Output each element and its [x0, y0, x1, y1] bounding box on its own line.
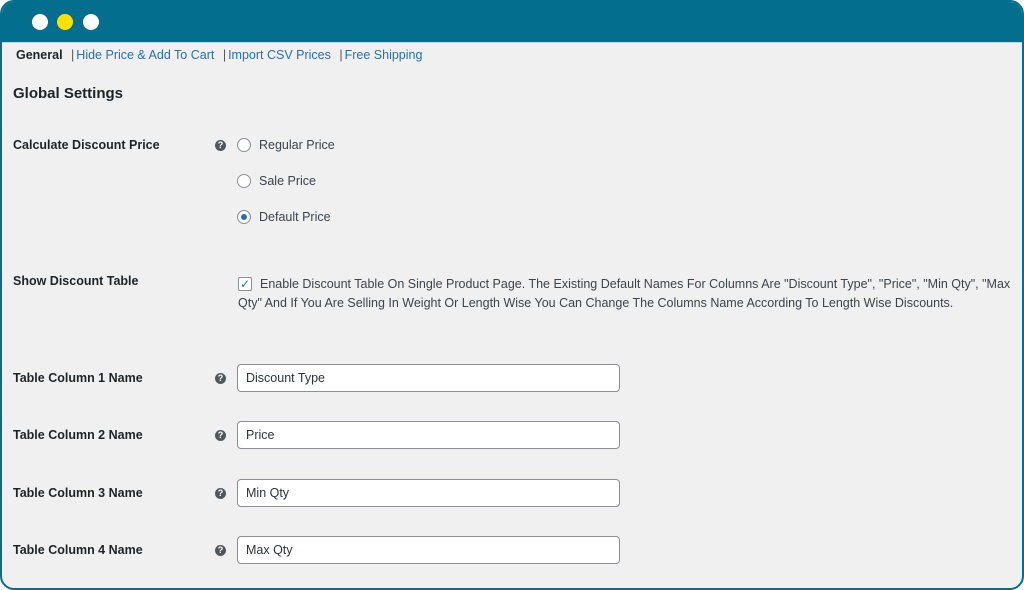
table-column-2-label: Table Column 2 Name [13, 428, 143, 442]
discount-table-description: Enable Discount Table On Single Product … [238, 277, 1011, 310]
window-dot-maximize[interactable] [83, 14, 99, 30]
question-circle-icon[interactable]: ? [215, 430, 226, 441]
app-window: General | Hide Price & Add To Cart | Impor… [0, 0, 1024, 590]
radio-label: Regular Price [259, 138, 335, 152]
question-circle-icon[interactable]: ? [215, 140, 226, 151]
radio-button[interactable] [237, 174, 251, 188]
checkmark-icon: ✓ [239, 277, 251, 291]
title-bar [2, 2, 1022, 43]
enable-discount-table-checkbox[interactable]: ✓ [238, 277, 252, 291]
radio-button-selected[interactable] [237, 210, 251, 224]
table-column-2-input[interactable] [237, 421, 620, 449]
radio-label: Sale Price [259, 174, 316, 188]
window-dot-close[interactable] [32, 14, 48, 30]
tab-separator: | [71, 48, 75, 62]
table-column-1-label: Table Column 1 Name [13, 371, 143, 385]
tab-separator: | [222, 48, 227, 62]
table-column-3-label: Table Column 3 Name [13, 486, 143, 500]
radio-button[interactable] [237, 138, 251, 152]
table-column-4-label: Table Column 4 Name [13, 543, 143, 557]
table-column-1-input[interactable] [237, 364, 620, 392]
tab-import-csv-prices[interactable]: Import CSV Prices [228, 48, 331, 62]
radio-label: Default Price [259, 210, 331, 224]
settings-tabs: General | Hide Price & Add To Cart | Impor… [16, 48, 422, 62]
tab-separator: | [339, 48, 343, 62]
table-column-4-input[interactable] [237, 536, 620, 564]
question-circle-icon[interactable]: ? [215, 488, 226, 499]
window-dot-minimize[interactable] [57, 14, 73, 30]
tab-general[interactable]: General [16, 48, 63, 62]
section-title: Global Settings [13, 85, 124, 102]
radio-default-price[interactable]: Default Price [237, 210, 331, 224]
tab-free-shipping[interactable]: Free Shipping [345, 48, 423, 62]
radio-regular-price[interactable]: Regular Price [237, 138, 335, 152]
calculate-discount-label: Calculate Discount Price [13, 138, 160, 152]
tab-hide-price-add-to-cart[interactable]: Hide Price & Add To Cart [76, 48, 214, 62]
question-circle-icon[interactable]: ? [215, 545, 226, 556]
table-column-3-input[interactable] [237, 479, 620, 507]
question-circle-icon[interactable]: ? [215, 373, 226, 384]
radio-sale-price[interactable]: Sale Price [237, 174, 316, 188]
show-discount-table-label: Show Discount Table [13, 274, 139, 288]
